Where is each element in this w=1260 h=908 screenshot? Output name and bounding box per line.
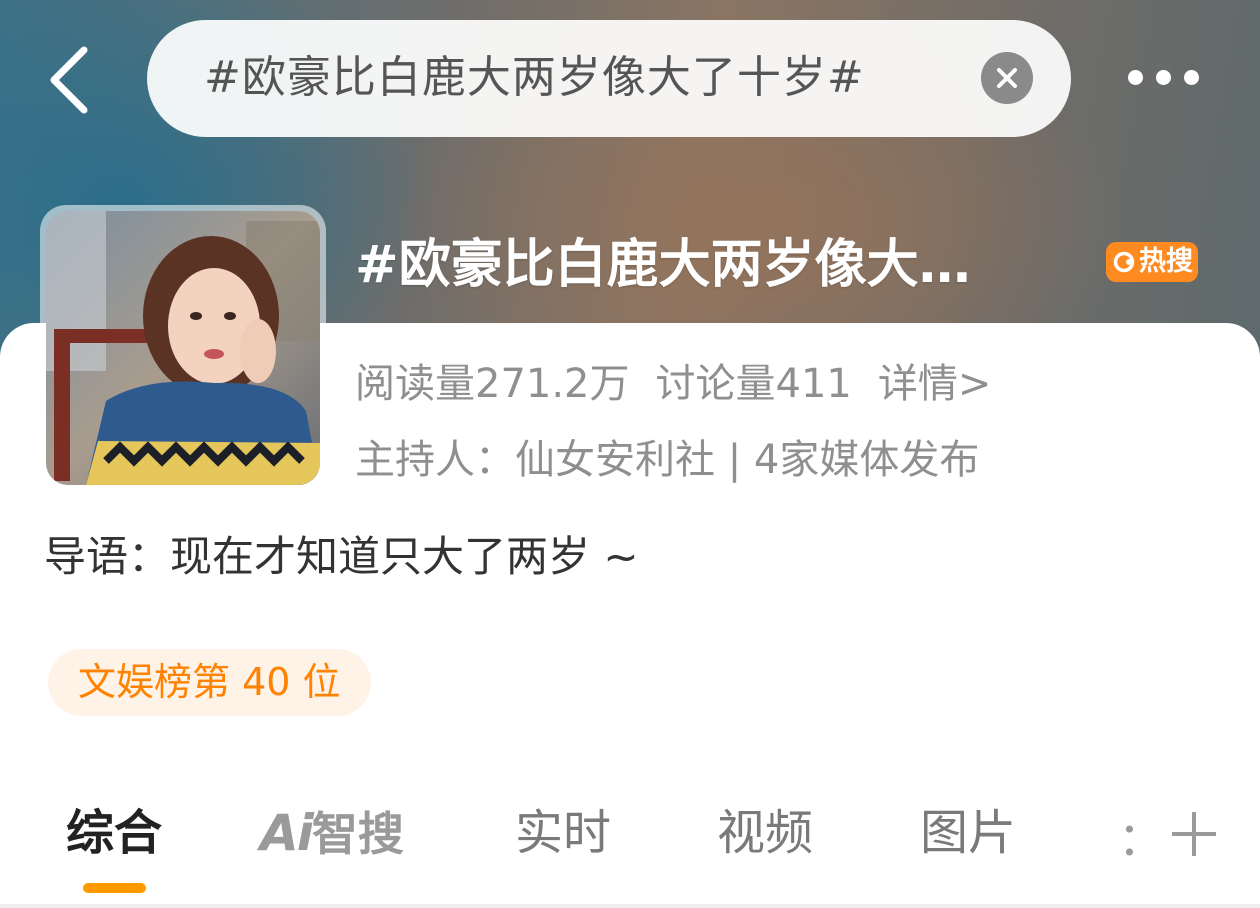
discussion-count: 讨论量411 (655, 361, 852, 407)
tab-video[interactable]: 视频 (717, 798, 813, 868)
tab-ai-search[interactable]: Ai智搜 (260, 798, 404, 868)
tab-images[interactable]: 图片 (920, 798, 1016, 868)
tab-comprehensive[interactable]: 综合 (66, 798, 162, 868)
back-button[interactable] (40, 40, 100, 120)
chevron-left-icon (50, 46, 88, 114)
topic-stats: 阅读量271.2万 讨论量411 详情> (355, 356, 1017, 412)
divider (0, 904, 1260, 908)
tab-bar: 综合 Ai智搜 实时 视频 图片 ： (0, 790, 1260, 908)
hot-badge-label: 热搜 (1139, 246, 1193, 277)
topic-avatar[interactable] (40, 205, 326, 491)
ai-logo-icon: Ai (260, 804, 314, 862)
hot-ring-icon (1113, 251, 1135, 273)
search-input[interactable]: #欧豪比白鹿大两岁像大了十岁# (204, 50, 865, 106)
tab-ai-search-label: 智搜 (311, 807, 404, 861)
topic-title: #欧豪比白鹿大两岁像大… (355, 235, 971, 295)
dot-icon (1156, 70, 1171, 85)
tab-overflow-hint: ： (1118, 812, 1164, 866)
search-bar[interactable]: #欧豪比白鹿大两岁像大了十岁# (147, 20, 1071, 137)
hot-search-badge: 热搜 (1106, 242, 1198, 282)
details-link[interactable]: 详情> (878, 361, 992, 407)
topic-cover-photo (46, 211, 320, 485)
close-icon (997, 68, 1017, 88)
rank-badge[interactable]: 文娱榜第 40 位 (48, 649, 371, 716)
plus-icon[interactable] (1170, 810, 1218, 858)
active-tab-indicator (83, 883, 146, 893)
clear-search-button[interactable] (981, 52, 1033, 104)
portrait-image (46, 211, 320, 485)
read-count: 阅读量271.2万 (355, 361, 630, 407)
dot-icon (1128, 70, 1143, 85)
more-options-button[interactable] (1120, 60, 1210, 96)
topic-page: #欧豪比白鹿大两岁像大了十岁# #欧豪比白鹿大两岁像大… 热搜 阅读量271.2… (0, 0, 1260, 908)
host-info[interactable]: 主持人：仙女安利社 | 4家媒体发布 (355, 432, 979, 488)
dot-icon (1184, 70, 1199, 85)
tab-realtime[interactable]: 实时 (515, 798, 611, 868)
topic-intro: 导语：现在才知道只大了两岁 ~ (44, 532, 639, 581)
